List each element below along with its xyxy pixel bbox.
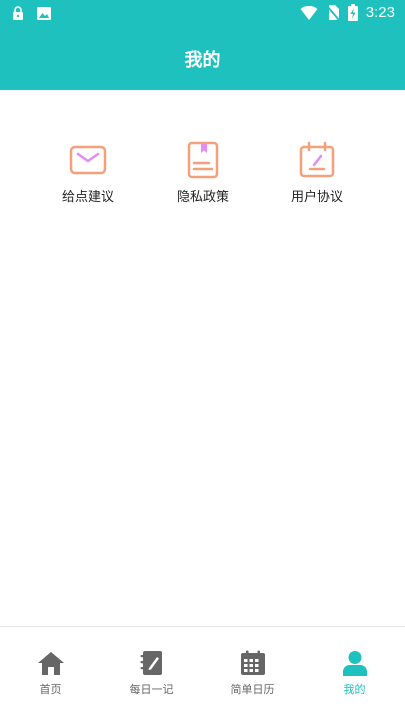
nav-item-mine[interactable]: 我的 [304,627,405,720]
nav-label: 每日一记 [129,683,174,696]
bottom-nav: 首页 每日一记 简单日历 我的 [0,626,405,720]
status-time: 3:23 [365,4,395,21]
status-bar: 3:23 [0,0,405,28]
menu-item-label: 用户协议 [290,190,343,205]
wifi-icon [300,5,318,20]
lock-icon [13,6,23,20]
menu-item-user-agreement[interactable]: 用户协议 [262,140,372,210]
nav-label: 我的 [343,683,366,696]
no-sim-icon [326,5,340,21]
status-left-icons [12,6,52,21]
home-icon [37,652,64,675]
nav-item-home[interactable]: 首页 [0,627,101,720]
image-icon [37,7,51,20]
nav-item-daily-notes[interactable]: 每日一记 [101,627,202,720]
menu-item-feedback[interactable]: 给点建议 [33,140,143,210]
calendar-edit-icon [299,141,335,178]
bookmark-document-icon [187,141,219,179]
menu-item-label: 给点建议 [61,190,114,205]
user-icon [342,651,367,676]
nav-label: 首页 [39,683,62,696]
menu-item-label: 隐私政策 [176,190,229,205]
notebook-pen-icon [140,651,162,675]
nav-item-calendar[interactable]: 简单日历 [202,627,303,720]
nav-label: 简单日历 [230,683,275,696]
mail-icon [69,145,107,175]
main-content: 给点建议 隐私政策 用户协议 [0,90,405,626]
menu-item-privacy-policy[interactable]: 隐私政策 [148,140,258,210]
page-title: 我的 [184,50,221,71]
status-right-icons: 3:23 [300,4,395,21]
menu-row: 给点建议 隐私政策 用户协议 [0,140,405,210]
calendar-icon [240,650,265,675]
battery-charging-icon [347,4,358,21]
app-bar: 我的 [0,28,405,90]
